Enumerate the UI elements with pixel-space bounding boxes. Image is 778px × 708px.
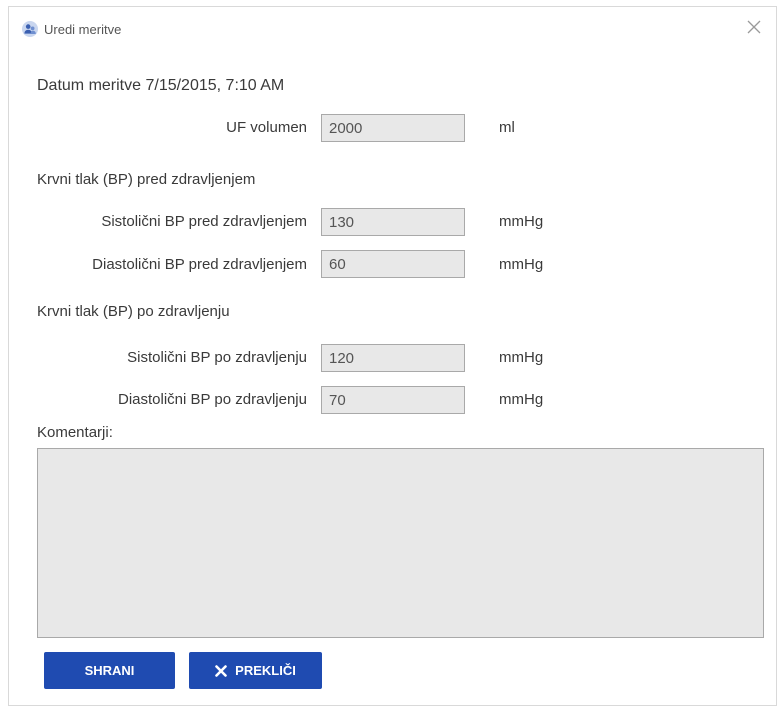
pre-treatment-section-title: Krvni tlak (BP) pred zdravljenjem: [37, 171, 256, 188]
pre-diastolic-label: Diastolični BP pred zdravljenjem: [92, 256, 307, 273]
post-diastolic-label: Diastolični BP po zdravljenju: [118, 391, 307, 408]
cancel-button-label: PREKLIČI: [235, 663, 296, 678]
edit-measurements-dialog: Uredi meritve Datum meritve 7/15/2015, 7…: [8, 6, 777, 706]
uf-volume-label: UF volumen: [226, 119, 307, 136]
user-group-icon: [22, 21, 38, 37]
pre-systolic-unit: mmHg: [499, 213, 544, 230]
post-systolic-unit: mmHg: [499, 349, 544, 366]
post-diastolic-input[interactable]: [321, 386, 465, 414]
x-icon: [215, 664, 227, 677]
measurement-date: Datum meritve 7/15/2015, 7:10 AM: [37, 77, 285, 94]
post-diastolic-unit: mmHg: [499, 391, 544, 408]
save-button-label: SHRANI: [84, 663, 135, 678]
post-systolic-input[interactable]: [321, 344, 465, 372]
post-treatment-section-title: Krvni tlak (BP) po zdravljenju: [37, 303, 230, 320]
post-systolic-label: Sistolični BP po zdravljenju: [127, 349, 307, 366]
dialog-title: Uredi meritve: [44, 22, 122, 37]
comments-label: Komentarji:: [37, 424, 113, 441]
cancel-button[interactable]: PREKLIČI: [189, 652, 322, 689]
comments-textarea[interactable]: [37, 448, 764, 638]
save-button[interactable]: SHRANI: [44, 652, 175, 689]
pre-systolic-input[interactable]: [321, 208, 465, 236]
title-bar: Uredi meritve: [9, 7, 776, 49]
pre-diastolic-input[interactable]: [321, 250, 465, 278]
close-icon[interactable]: [744, 17, 764, 37]
pre-systolic-label: Sistolični BP pred zdravljenjem: [101, 213, 307, 230]
uf-volume-input[interactable]: [321, 114, 465, 142]
pre-diastolic-unit: mmHg: [499, 256, 544, 273]
uf-volume-unit: ml: [499, 119, 515, 136]
